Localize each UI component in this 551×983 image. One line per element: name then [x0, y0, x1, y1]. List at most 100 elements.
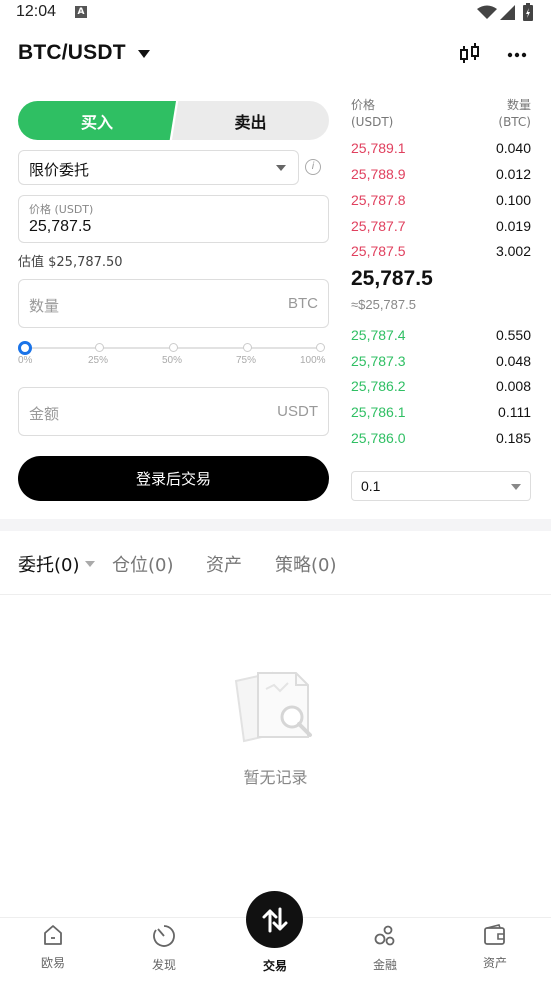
trade-swap-icon	[262, 907, 287, 932]
bid-qty: 0.008	[495, 378, 531, 394]
nav-assets-label: 资产	[482, 956, 507, 970]
discover-icon	[153, 925, 175, 947]
price-label: 价格 (USDT)	[29, 203, 94, 216]
nav-discover[interactable]: 发现	[124, 924, 204, 973]
amount-placeholder: 金额	[29, 405, 60, 423]
login-to-trade-button[interactable]: 登录后交易	[18, 456, 329, 501]
chevron-down-icon	[511, 484, 521, 490]
quantity-unit: BTC	[288, 295, 318, 312]
last-price: 25,787.5	[351, 267, 433, 290]
slider-mark-100[interactable]	[316, 343, 325, 352]
finance-icon	[374, 925, 395, 946]
price-estimate: 估值 $25,787.50	[18, 255, 123, 270]
nav-home[interactable]: 欧易	[13, 924, 93, 971]
slider-label-100: 100%	[300, 355, 326, 366]
notification-icon: A	[75, 6, 87, 18]
ask-qty: 3.002	[495, 243, 531, 259]
order-type-value: 限价委托	[29, 161, 90, 179]
tab-orders[interactable]: 委托(0)	[18, 551, 80, 577]
sell-tab[interactable]: 卖出	[172, 101, 329, 140]
ask-price: 25,787.5	[351, 243, 406, 259]
ask-row[interactable]: 25,789.1 0.040	[351, 140, 531, 160]
orderbook-price-header: 价格 (USDT)	[351, 97, 393, 131]
nav-home-label: 欧易	[40, 956, 65, 970]
bid-row[interactable]: 25,786.0 0.185	[351, 430, 531, 450]
ask-price: 25,788.9	[351, 166, 406, 182]
slider-mark-50[interactable]	[169, 343, 178, 352]
ask-qty: 0.012	[495, 166, 531, 182]
nav-trade-label: 交易	[262, 959, 287, 973]
chevron-down-icon	[276, 165, 286, 171]
info-icon[interactable]: i	[305, 159, 321, 175]
wallet-icon	[484, 924, 505, 945]
slider-label-75: 75%	[236, 355, 257, 366]
price-header-label: 价格	[351, 98, 376, 112]
tab-assets[interactable]: 资产	[206, 551, 242, 577]
depth-precision-select[interactable]: 0.1	[351, 471, 531, 501]
status-bar: 12:04 A	[0, 0, 551, 26]
qty-header-label: 数量	[506, 98, 531, 112]
bid-qty: 0.048	[495, 353, 531, 369]
bid-row[interactable]: 25,786.2 0.008	[351, 378, 531, 398]
nav-discover-label: 发现	[151, 958, 176, 972]
nav-assets[interactable]: 资产	[455, 924, 535, 971]
trading-pair-title[interactable]: BTC/USDT	[18, 41, 126, 65]
price-value[interactable]: 25,787.5	[29, 218, 91, 236]
bid-qty: 0.185	[495, 430, 531, 446]
bid-price: 25,787.4	[351, 327, 406, 343]
nav-finance[interactable]: 金融	[345, 924, 425, 973]
ask-qty: 0.040	[495, 140, 531, 156]
order-type-select[interactable]: 限价委托	[18, 150, 299, 185]
more-icon[interactable]	[507, 52, 527, 58]
ask-row[interactable]: 25,787.5 3.002	[351, 243, 531, 263]
nav-trade-button[interactable]	[246, 891, 303, 948]
bid-row[interactable]: 25,787.4 0.550	[351, 327, 531, 347]
ask-row[interactable]: 25,787.8 0.100	[351, 192, 531, 212]
amount-input[interactable]: 金额 USDT	[18, 387, 329, 436]
slider-label-25: 25%	[88, 355, 109, 366]
tab-positions[interactable]: 仓位(0)	[112, 551, 174, 577]
ask-price: 25,789.1	[351, 140, 406, 156]
status-time: 12:04	[16, 3, 57, 20]
section-divider	[0, 519, 551, 531]
nav-finance-label: 金融	[372, 958, 397, 972]
ask-qty: 0.100	[495, 192, 531, 208]
empty-records-icon	[234, 671, 312, 743]
slider-label-50: 50%	[162, 355, 183, 366]
slider-mark-25[interactable]	[95, 343, 104, 352]
home-icon	[44, 925, 62, 945]
price-header-unit: (USDT)	[351, 115, 394, 129]
slider-mark-75[interactable]	[243, 343, 252, 352]
buy-tab[interactable]: 买入	[18, 101, 176, 140]
pair-dropdown-icon[interactable]	[138, 50, 150, 58]
ask-price: 25,787.7	[351, 218, 406, 234]
orders-dropdown-icon[interactable]	[85, 561, 95, 567]
tab-strategies[interactable]: 策略(0)	[275, 551, 337, 577]
bid-qty: 0.550	[495, 327, 531, 343]
slider-handle[interactable]	[18, 341, 32, 355]
bid-price: 25,787.3	[351, 353, 406, 369]
ask-price: 25,787.8	[351, 192, 406, 208]
tabs-divider	[0, 594, 551, 595]
orderbook-qty-header: 数量 (BTC)	[480, 97, 531, 131]
qty-header-unit: (BTC)	[498, 115, 531, 129]
signal-icon	[500, 5, 515, 20]
wifi-icon	[477, 5, 497, 19]
price-input[interactable]: 价格 (USDT) 25,787.5	[18, 195, 329, 243]
quantity-placeholder: 数量	[29, 297, 60, 315]
empty-state-text: 暂无记录	[243, 768, 308, 787]
bid-price: 25,786.2	[351, 378, 406, 394]
candlestick-chart-icon[interactable]	[459, 43, 481, 65]
quantity-input[interactable]: 数量 BTC	[18, 279, 329, 328]
bid-row[interactable]: 25,786.1 0.111	[351, 404, 531, 424]
bid-row[interactable]: 25,787.3 0.048	[351, 353, 531, 373]
bid-qty: 0.111	[498, 404, 531, 420]
bid-price: 25,786.1	[351, 404, 406, 420]
slider-label-0: 0%	[18, 355, 33, 366]
ask-row[interactable]: 25,787.7 0.019	[351, 218, 531, 238]
ask-row[interactable]: 25,788.9 0.012	[351, 166, 531, 186]
amount-unit: USDT	[277, 403, 318, 420]
bid-price: 25,786.0	[351, 430, 406, 446]
last-price-usd: ≈$25,787.5	[351, 297, 416, 312]
depth-value: 0.1	[361, 478, 381, 494]
